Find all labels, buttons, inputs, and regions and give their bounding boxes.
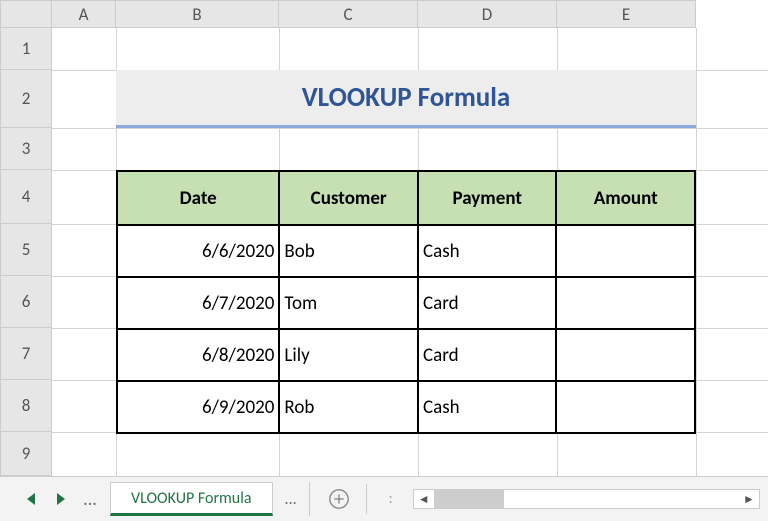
row-header-4[interactable]: 4 xyxy=(0,170,52,224)
row-header-6[interactable]: 6 xyxy=(0,276,52,328)
cell-payment[interactable]: Cash xyxy=(418,225,557,277)
col-header-C[interactable]: C xyxy=(279,0,418,28)
table-row: 6/8/2020 Lily Card xyxy=(117,329,695,381)
col-header-D[interactable]: D xyxy=(418,0,557,28)
table-row: 6/7/2020 Tom Card xyxy=(117,277,695,329)
cell-amount[interactable] xyxy=(556,277,695,329)
page-title[interactable]: VLOOKUP Formula xyxy=(116,70,696,128)
tab-scroll-dots-icon[interactable]: : xyxy=(377,485,405,513)
horizontal-scrollbar[interactable]: ◄ ► xyxy=(413,489,760,509)
data-table: Date Customer Payment Amount 6/6/2020 Bo… xyxy=(116,170,696,434)
tab-nav-prev-icon[interactable] xyxy=(18,485,46,513)
row-header-3[interactable]: 3 xyxy=(0,128,52,170)
row-headers: 1 2 3 4 5 6 7 8 9 xyxy=(0,28,52,476)
row-header-1[interactable]: 1 xyxy=(0,28,52,70)
worksheet-grid[interactable]: A B C D E 1 2 3 4 5 6 7 8 9 xyxy=(0,0,768,476)
sheet-tab-strip: ... VLOOKUP Formula ... : ◄ ► xyxy=(0,476,768,521)
scroll-track[interactable] xyxy=(434,490,739,508)
cell-customer[interactable]: Rob xyxy=(279,381,418,433)
cell-payment[interactable]: Cash xyxy=(418,381,557,433)
cell-payment[interactable]: Card xyxy=(418,329,557,381)
cell-date[interactable]: 6/7/2020 xyxy=(117,277,279,329)
select-all-corner[interactable] xyxy=(0,0,52,28)
scroll-thumb[interactable] xyxy=(434,490,504,508)
col-header-E[interactable]: E xyxy=(557,0,696,28)
table-row: 6/9/2020 Rob Cash xyxy=(117,381,695,433)
tab-separator xyxy=(366,484,367,514)
th-customer[interactable]: Customer xyxy=(279,171,418,225)
row-header-9[interactable]: 9 xyxy=(0,432,52,476)
row-header-8[interactable]: 8 xyxy=(0,380,52,432)
row-header-5[interactable]: 5 xyxy=(0,224,52,276)
th-amount[interactable]: Amount xyxy=(556,171,695,225)
col-header-A[interactable]: A xyxy=(52,0,116,28)
th-payment[interactable]: Payment xyxy=(418,171,557,225)
cell-date[interactable]: 6/6/2020 xyxy=(117,225,279,277)
column-headers: A B C D E xyxy=(0,0,696,28)
cell-customer[interactable]: Bob xyxy=(279,225,418,277)
scroll-right-icon[interactable]: ► xyxy=(739,490,759,508)
cell-customer[interactable]: Lily xyxy=(279,329,418,381)
tab-vlookup-formula[interactable]: VLOOKUP Formula xyxy=(110,482,273,516)
cell-date[interactable]: 6/9/2020 xyxy=(117,381,279,433)
tab-overflow-icon[interactable]: ... xyxy=(74,488,106,510)
row-header-7[interactable]: 7 xyxy=(0,328,52,380)
cell-amount[interactable] xyxy=(556,381,695,433)
cell-amount[interactable] xyxy=(556,329,695,381)
cell-payment[interactable]: Card xyxy=(418,277,557,329)
tab-next-partial[interactable]: ... xyxy=(273,482,310,516)
th-date[interactable]: Date xyxy=(117,171,279,225)
tab-nav-next-icon[interactable] xyxy=(46,485,74,513)
cell-date[interactable]: 6/8/2020 xyxy=(117,329,279,381)
cell-customer[interactable]: Tom xyxy=(279,277,418,329)
scroll-left-icon[interactable]: ◄ xyxy=(414,490,434,508)
add-sheet-button[interactable] xyxy=(322,482,356,516)
table-row: 6/6/2020 Bob Cash xyxy=(117,225,695,277)
row-header-2[interactable]: 2 xyxy=(0,70,52,128)
col-header-B[interactable]: B xyxy=(116,0,279,28)
table-header-row: Date Customer Payment Amount xyxy=(117,171,695,225)
cell-amount[interactable] xyxy=(556,225,695,277)
